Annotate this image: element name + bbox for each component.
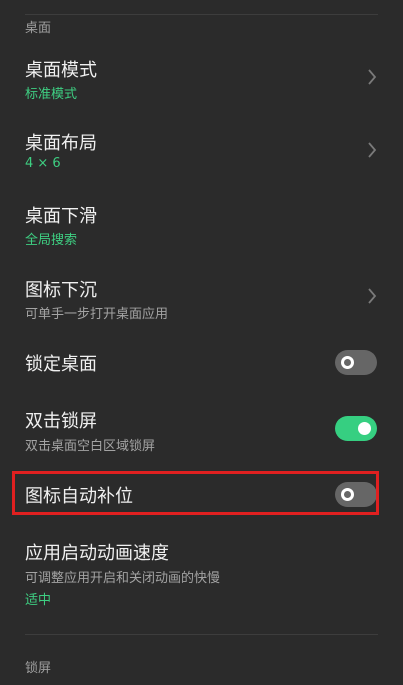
chevron-right-icon bbox=[367, 142, 377, 158]
setting-value: 全局搜索 bbox=[25, 233, 78, 248]
setting-title: 桌面模式 bbox=[25, 60, 97, 81]
setting-title: 图标自动补位 bbox=[25, 486, 133, 507]
setting-icon-sink[interactable]: 图标下沉 可单手一步打开桌面应用 bbox=[0, 270, 403, 326]
chevron-right-icon bbox=[367, 69, 377, 85]
toggle-knob bbox=[341, 488, 354, 501]
setting-title: 双击锁屏 bbox=[25, 411, 97, 432]
section-divider bbox=[25, 634, 378, 635]
section-header-desktop: 桌面 bbox=[25, 21, 52, 36]
lock-desktop-toggle[interactable] bbox=[335, 350, 377, 375]
settings-page: 桌面 桌面模式 标准模式 桌面布局 4 × 6 桌面下滑 全局搜索 图标下沉 可… bbox=[0, 0, 403, 685]
setting-description: 可调整应用开启和关闭动画的快慢 bbox=[25, 571, 221, 586]
setting-desktop-mode[interactable]: 桌面模式 标准模式 bbox=[0, 50, 403, 106]
setting-lock-desktop[interactable]: 锁定桌面 bbox=[0, 340, 403, 384]
setting-title: 锁定桌面 bbox=[25, 354, 97, 375]
setting-app-animation-speed[interactable]: 应用启动动画速度 可调整应用开启和关闭动画的快慢 适中 bbox=[0, 536, 403, 610]
setting-icon-auto-fill[interactable]: 图标自动补位 bbox=[0, 472, 403, 514]
setting-value: 适中 bbox=[25, 593, 52, 608]
setting-value: 4 × 6 bbox=[25, 156, 61, 171]
setting-desktop-swipe-down[interactable]: 桌面下滑 全局搜索 bbox=[0, 196, 403, 252]
top-divider bbox=[25, 14, 378, 15]
setting-description: 可单手一步打开桌面应用 bbox=[25, 307, 169, 322]
double-tap-lock-toggle[interactable] bbox=[335, 416, 377, 441]
setting-title: 桌面下滑 bbox=[25, 206, 97, 227]
setting-description: 双击桌面空白区域锁屏 bbox=[25, 439, 156, 454]
section-header-lockscreen: 锁屏 bbox=[25, 661, 52, 676]
toggle-knob bbox=[358, 422, 371, 435]
icon-auto-fill-toggle[interactable] bbox=[335, 482, 377, 507]
setting-desktop-layout[interactable]: 桌面布局 4 × 6 bbox=[0, 123, 403, 179]
setting-title: 图标下沉 bbox=[25, 280, 97, 301]
toggle-knob bbox=[341, 356, 354, 369]
setting-double-tap-lock[interactable]: 双击锁屏 双击桌面空白区域锁屏 bbox=[0, 402, 403, 458]
setting-value: 标准模式 bbox=[25, 87, 78, 102]
chevron-right-icon bbox=[367, 288, 377, 304]
setting-title: 应用启动动画速度 bbox=[25, 543, 169, 564]
setting-title: 桌面布局 bbox=[25, 133, 97, 154]
